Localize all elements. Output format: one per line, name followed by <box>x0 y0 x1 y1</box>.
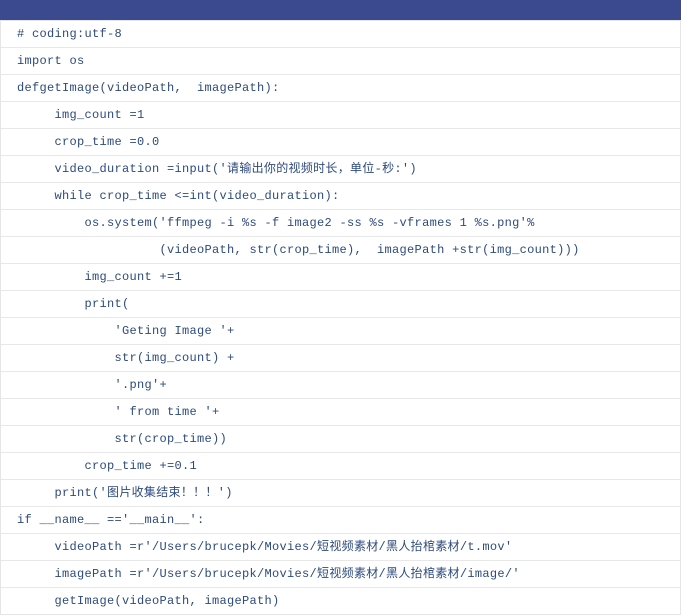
code-line: # coding:utf-8 <box>1 21 680 48</box>
code-line: img_count =1 <box>1 102 680 129</box>
code-line: import os <box>1 48 680 75</box>
code-line: crop_time +=0.1 <box>1 453 680 480</box>
code-line: os.system('ffmpeg -i %s -f image2 -ss %s… <box>1 210 680 237</box>
code-line: crop_time =0.0 <box>1 129 680 156</box>
code-line: '.png'+ <box>1 372 680 399</box>
code-line: video_duration =input('请输出你的视频时长，单位-秒:') <box>1 156 680 183</box>
code-line: ' from time '+ <box>1 399 680 426</box>
code-block: # coding:utf-8 import os defgetImage(vid… <box>0 20 681 615</box>
code-line: imagePath =r'/Users/brucepk/Movies/短视频素材… <box>1 561 680 588</box>
code-line: defgetImage(videoPath, imagePath): <box>1 75 680 102</box>
code-line: (videoPath, str(crop_time), imagePath +s… <box>1 237 680 264</box>
code-line: 'Geting Image '+ <box>1 318 680 345</box>
code-line: getImage(videoPath, imagePath) <box>1 588 680 614</box>
code-line: str(crop_time)) <box>1 426 680 453</box>
code-line: str(img_count) + <box>1 345 680 372</box>
code-line: img_count +=1 <box>1 264 680 291</box>
code-line: print('图片收集结束！！！') <box>1 480 680 507</box>
code-line: if __name__ =='__main__': <box>1 507 680 534</box>
code-line: videoPath =r'/Users/brucepk/Movies/短视频素材… <box>1 534 680 561</box>
header-bar <box>0 0 681 20</box>
code-line: print( <box>1 291 680 318</box>
code-line: while crop_time <=int(video_duration): <box>1 183 680 210</box>
